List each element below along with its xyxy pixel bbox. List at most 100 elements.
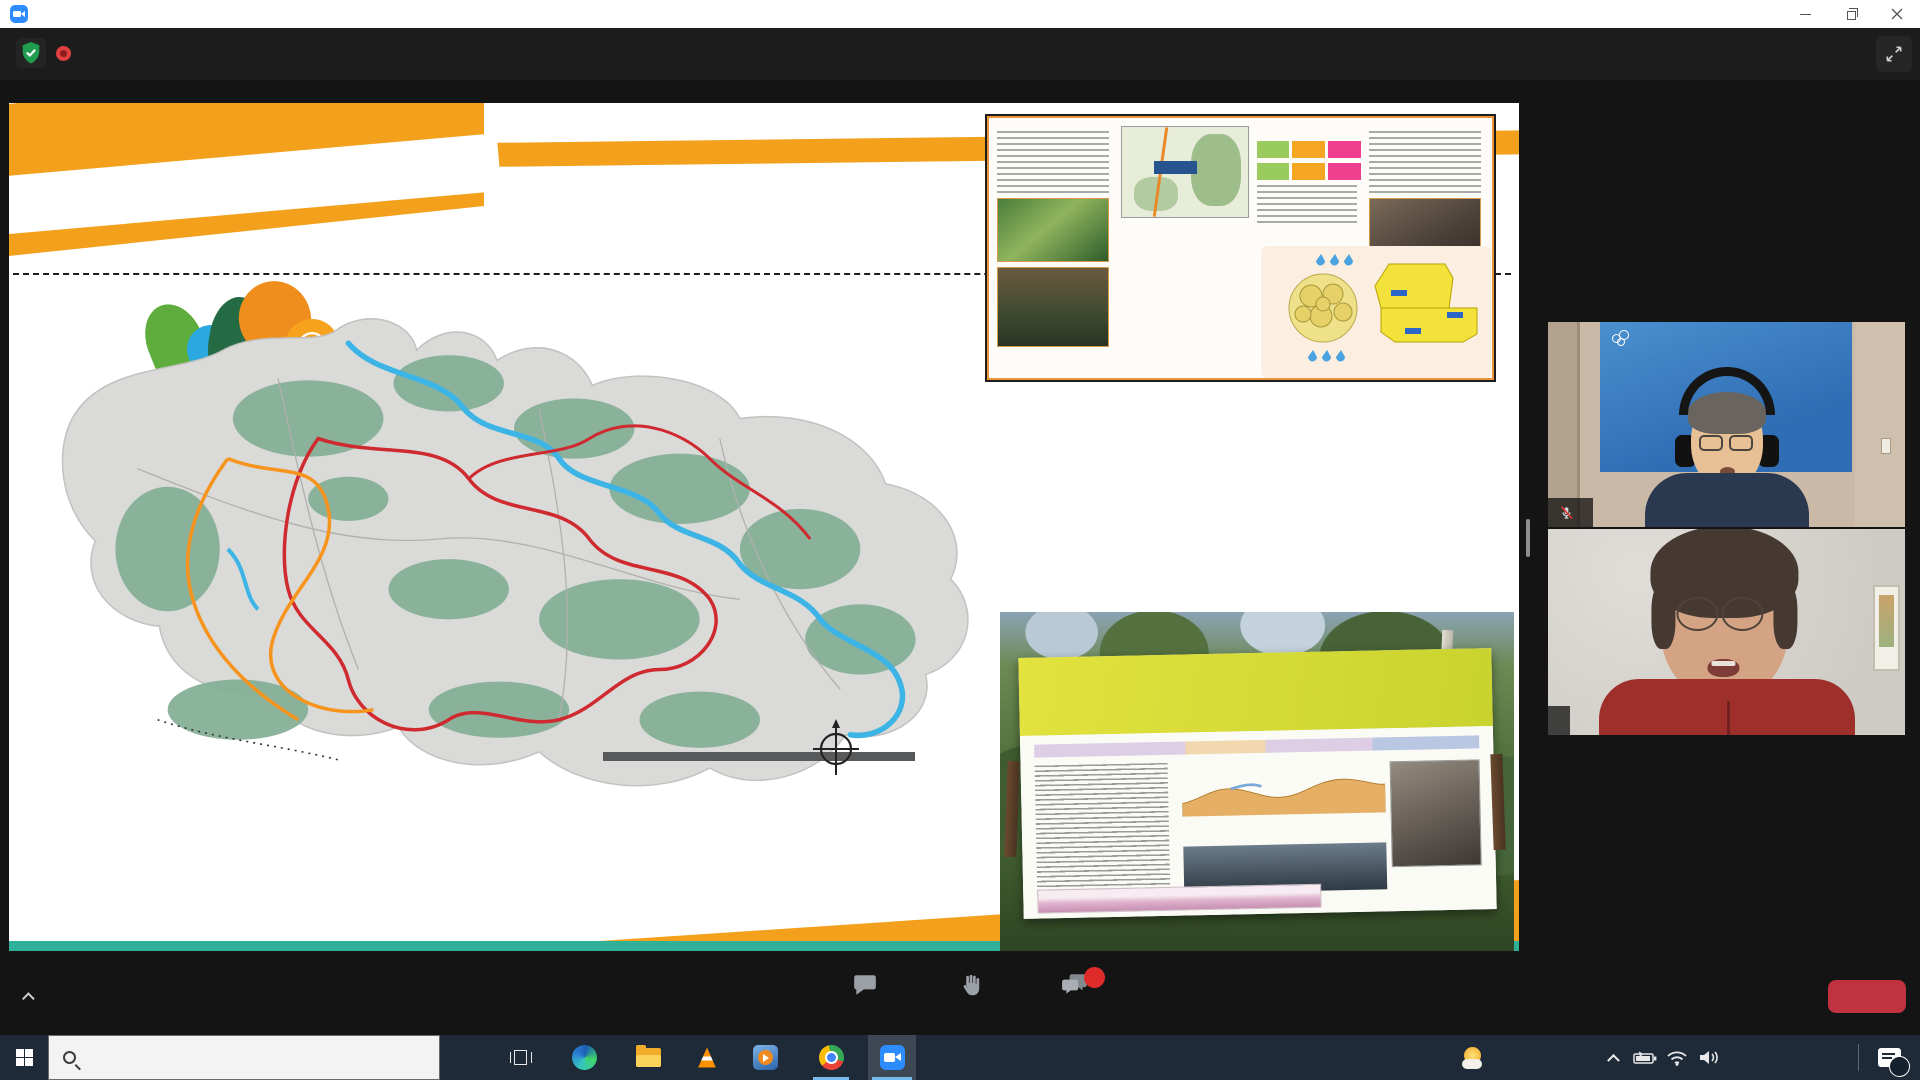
search-icon [63,1051,76,1064]
category-cell-2 [1328,163,1361,180]
level-cell [1257,163,1290,180]
sign-body [1020,726,1497,919]
restore-button[interactable] [1828,0,1874,28]
media-player-icon [753,1045,778,1070]
raise-hand-icon [957,972,983,998]
difficulty-cell-2 [1292,163,1325,180]
zoom-app-button[interactable] [868,1035,916,1080]
tray-divider [1858,1044,1859,1071]
chat-icon [852,972,878,998]
minimize-button[interactable] [1782,0,1828,28]
battery-icon [1633,1051,1657,1065]
brochure-map-thumb [1121,126,1249,218]
tray-overflow-button[interactable] [1600,1035,1626,1080]
edge-button[interactable] [560,1035,608,1080]
zoom-camera-icon [880,1045,905,1070]
brochure-text-block [997,131,1109,193]
karst-diagram [1261,246,1491,378]
leave-button[interactable] [1828,980,1906,1013]
presentation-slide [9,103,1519,951]
chevron-up-icon [22,992,35,1005]
video-tile-moderator[interactable] [1548,322,1905,527]
distance-cell [1257,141,1290,158]
compass-icon [811,715,861,777]
recording-indicator [56,38,81,68]
speaker-face [1660,541,1788,699]
chrome-icon [819,1045,844,1070]
sign-text-column [1034,762,1169,900]
taskbar-search[interactable] [48,1035,440,1080]
wifi-icon [1666,1049,1688,1066]
recording-dot-icon [56,46,71,61]
map-scalebar [603,749,915,761]
light-switch [1881,438,1891,454]
rippiger-kopp-photo [1000,612,1514,951]
window-titlebar [0,0,1920,28]
taskbar-clock[interactable] [1762,1035,1840,1080]
vlc-cone-icon [696,1048,718,1068]
search-input[interactable] [87,1047,387,1068]
audio-settings-button[interactable] [14,992,35,1001]
waterfall-photo [997,267,1109,347]
meeting-toolbar [0,28,1920,80]
geological-cross-section [1181,758,1385,817]
qa-count-badge [1084,967,1105,988]
weather-icon [1462,1047,1484,1069]
brochure-text-block-fr [1369,131,1481,193]
category-cell [1328,141,1361,158]
speaker-sweater [1599,679,1855,735]
participant-nametag [1548,706,1570,735]
qa-button[interactable] [1020,972,1130,1003]
zoom-app-icon [10,5,28,23]
moderator-shirt [1645,473,1809,527]
fullscreen-button[interactable] [1876,36,1912,72]
sign-rock-image [1389,759,1481,867]
sign-post [1490,754,1505,850]
weather-widget[interactable] [1462,1035,1493,1080]
links-toolbar[interactable] [1300,1035,1324,1080]
vlc-button[interactable] [683,1035,731,1080]
panel-resize-handle[interactable] [1526,519,1530,557]
media-player-button[interactable] [741,1035,789,1080]
muted-mic-icon [1559,504,1574,522]
folder-icon [636,1048,661,1067]
edge-icon [572,1045,597,1070]
action-center-button[interactable] [1866,1035,1912,1080]
battery-indicator[interactable] [1630,1035,1660,1080]
expand-icon [1884,44,1904,64]
video-tile-speaker[interactable] [1548,529,1905,735]
close-icon [1891,8,1903,20]
geology-brochure-panel [987,116,1494,380]
glasses [1699,435,1753,451]
ggn-logo-icon [1612,330,1632,348]
rippiger-kopp-sign [1018,648,1496,919]
coords-text-block [1257,185,1357,225]
file-explorer-button[interactable] [624,1035,672,1080]
task-view-icon [510,1049,532,1067]
windows-logo-icon [16,1049,33,1066]
sign-panorama [1037,883,1321,913]
meeting-control-bar [0,966,1920,1035]
door [1548,322,1580,527]
chevron-up-icon [1607,1054,1620,1067]
close-button[interactable] [1874,0,1920,28]
chrome-button[interactable] [807,1035,855,1080]
speaker-icon [1698,1049,1720,1066]
spring-photo [997,198,1109,262]
raise-hand-button[interactable] [915,972,1025,1003]
chat-button[interactable] [810,972,920,1003]
geopark-map [17,285,1021,793]
difficulty-cell [1292,141,1325,158]
volume-indicator[interactable] [1694,1035,1724,1080]
picture-frame [1873,585,1900,671]
glasses [1676,597,1763,631]
notification-count-badge [1889,1056,1910,1077]
sign-post [1004,761,1019,857]
task-view-button[interactable] [497,1035,545,1080]
scalebar-rule [603,752,915,761]
start-button[interactable] [0,1035,48,1080]
wifi-indicator[interactable] [1662,1035,1692,1080]
participant-nametag [1548,498,1593,527]
security-shield-icon[interactable] [16,38,46,68]
windows-taskbar [0,1035,1920,1080]
